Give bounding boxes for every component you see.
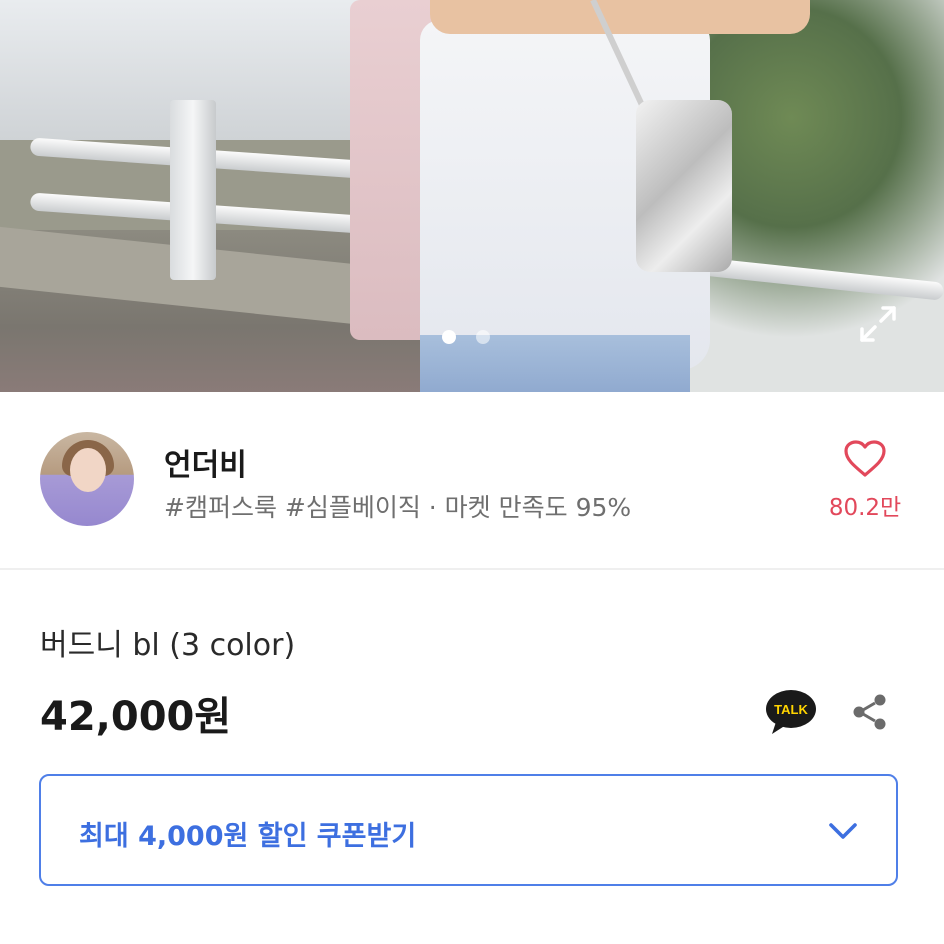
carousel-dot[interactable] <box>476 330 490 344</box>
expand-icon[interactable] <box>856 302 900 346</box>
section-divider <box>0 568 944 570</box>
talk-label: TALK <box>774 702 808 717</box>
like-button[interactable]: 80.2만 <box>816 440 914 530</box>
store-tags: #캠퍼스룩 #심플베이직 · 마켓 만족도 95% <box>164 493 632 522</box>
coupon-label: 최대 4,000원 할인 쿠폰받기 <box>79 821 417 852</box>
photo-arm <box>430 0 810 34</box>
product-price: 42,000원 <box>40 694 232 740</box>
store-name[interactable]: 언더비 <box>164 440 247 484</box>
carousel-dot-active[interactable] <box>442 330 456 344</box>
coupon-button[interactable]: 최대 4,000원 할인 쿠폰받기 <box>39 774 898 886</box>
kakao-talk-button[interactable]: TALK <box>764 688 818 738</box>
carousel-indicator <box>442 330 490 344</box>
product-photo[interactable] <box>0 0 944 392</box>
like-count: 80.2만 <box>828 495 902 521</box>
share-icon[interactable] <box>848 690 892 734</box>
product-name: 버드니 bl (3 color) <box>40 628 296 663</box>
photo-bag <box>636 100 732 272</box>
store-avatar[interactable] <box>40 432 134 526</box>
chevron-down-icon <box>829 823 857 839</box>
photo-post <box>170 100 216 280</box>
seller-row: 언더비 #캠퍼스룩 #심플베이직 · 마켓 만족도 95% 80.2만 <box>0 392 944 568</box>
heart-outline-icon <box>844 440 886 477</box>
